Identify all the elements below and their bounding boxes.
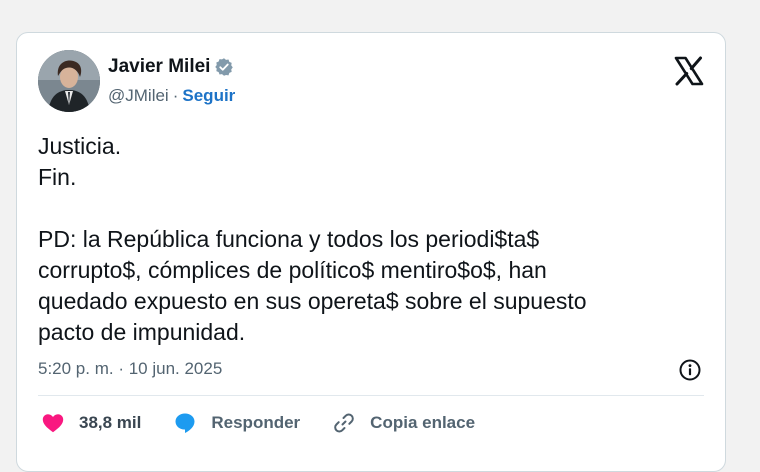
tweet-line: PD: la República funciona y todos los pe… (38, 226, 540, 252)
tweet-timestamp[interactable]: 5:20 p. m. · 10 jun. 2025 (38, 359, 222, 379)
divider (38, 395, 704, 396)
x-logo-icon[interactable] (673, 56, 705, 86)
speech-bubble-icon (175, 413, 195, 433)
like-button[interactable]: 38,8 mil (41, 411, 141, 435)
author-name-row: Javier Milei (108, 56, 234, 78)
reply-button[interactable]: Responder (173, 411, 300, 435)
tweet-text: Justicia. Fin. PD: la República funciona… (38, 131, 698, 348)
tweet-line: quedado expuesto en sus opereta$ sobre e… (38, 288, 587, 314)
copy-link-button[interactable]: Copia enlace (332, 411, 475, 435)
avatar[interactable] (38, 50, 100, 112)
heart-icon (42, 414, 64, 433)
copy-link-label: Copia enlace (370, 413, 476, 432)
link-icon (334, 413, 354, 433)
tweet-line: Justicia. (38, 133, 122, 159)
tweet-line: pacto de impunidad. (38, 319, 246, 345)
tweet-line: Fin. (38, 164, 77, 190)
tweet-actions: 38,8 mil Responder Copia enlace (41, 411, 507, 435)
tweet-line: corrupto$, cómplices de político$ mentir… (38, 257, 547, 283)
verified-badge-icon (214, 57, 234, 77)
like-count: 38,8 mil (79, 413, 142, 432)
author-name[interactable]: Javier Milei (108, 56, 210, 78)
author-handle[interactable]: @JMilei (108, 86, 169, 106)
tweet-header: Javier Milei @JMilei · Seguir (38, 50, 705, 112)
follow-button[interactable]: Seguir (182, 86, 235, 106)
tweet-card: Javier Milei @JMilei · Seguir Justicia. … (16, 32, 726, 472)
avatar-photo (38, 50, 100, 112)
reply-label: Responder (211, 413, 301, 432)
handle-separator: · (172, 86, 179, 105)
author-handle-row: @JMilei · Seguir (108, 86, 235, 106)
info-icon[interactable] (678, 358, 702, 382)
